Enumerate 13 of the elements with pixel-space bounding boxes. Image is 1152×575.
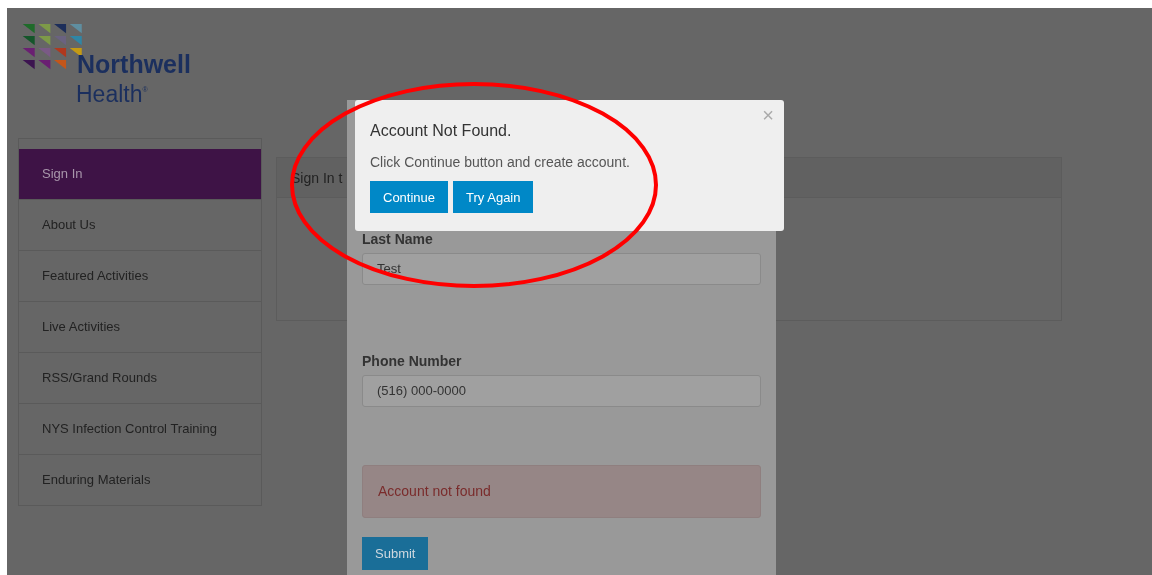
alert-text: Account not found xyxy=(378,483,491,499)
field-label: Phone Number xyxy=(362,353,463,369)
close-button[interactable]: × xyxy=(762,104,774,127)
try-again-button[interactable]: Try Again xyxy=(453,181,534,213)
submit-button[interactable]: Submit xyxy=(362,537,429,570)
field-label: Last Name xyxy=(362,231,434,247)
logo-name: Northwell xyxy=(77,50,192,78)
dialog-message: Click Continue button and create account. xyxy=(370,154,631,170)
logo-subtitle: Health$^{®}$ xyxy=(76,80,149,106)
input-field[interactable]: (516) 000-0000 xyxy=(362,375,761,407)
sidebar-item[interactable]: Sign In xyxy=(19,149,261,199)
continue-button[interactable]: Continue xyxy=(370,181,449,213)
dialog-title: Account Not Found. xyxy=(370,122,513,140)
